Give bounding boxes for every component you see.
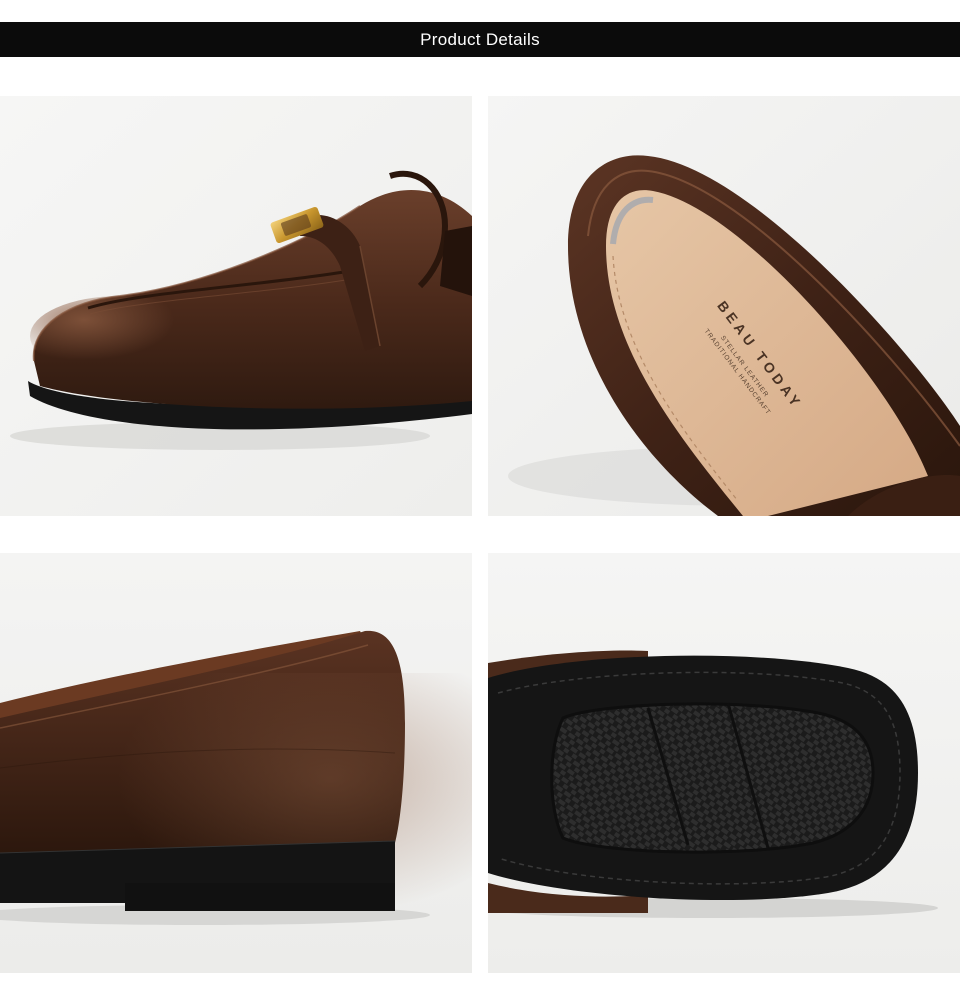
photo-front-buckle bbox=[0, 96, 472, 516]
outsole-view-shoe-image bbox=[488, 553, 960, 973]
product-details-banner: Product Details bbox=[0, 22, 960, 57]
photo-insole: BEAU TODAY STELLAR LEATHER TRADITIONAL H… bbox=[488, 96, 960, 516]
heel-view-shoe-image bbox=[0, 553, 472, 973]
photo-heel-side bbox=[0, 553, 472, 973]
insole-view-shoe-image: BEAU TODAY STELLAR LEATHER TRADITIONAL H… bbox=[488, 96, 960, 516]
photo-outsole bbox=[488, 553, 960, 973]
banner-title: Product Details bbox=[420, 29, 540, 49]
front-view-shoe-image bbox=[0, 96, 472, 516]
